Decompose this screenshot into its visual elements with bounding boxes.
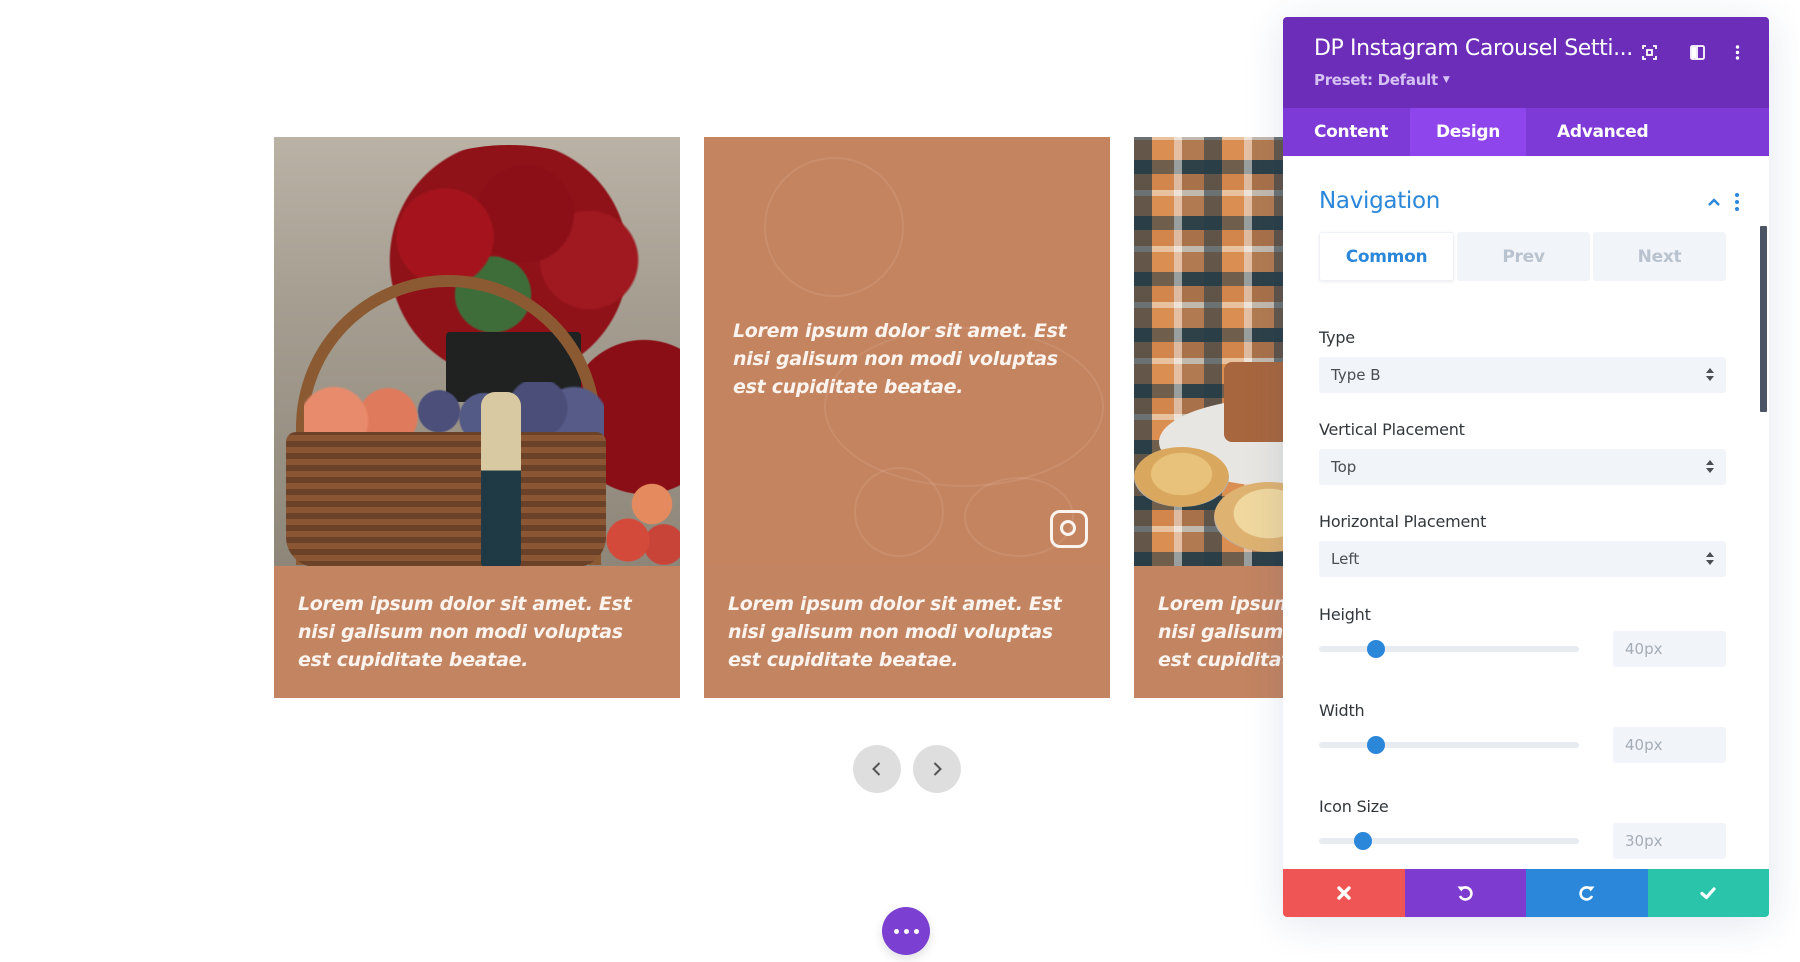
subtab-next[interactable]: Next (1593, 232, 1726, 281)
carousel-next-button[interactable] (913, 745, 961, 793)
type-label: Type (1319, 328, 1355, 347)
width-label: Width (1319, 701, 1365, 720)
select-arrows-icon (1706, 459, 1714, 475)
preset-label: Preset: Default (1314, 71, 1438, 89)
icon-size-label: Icon Size (1319, 797, 1389, 816)
columns-icon (1689, 44, 1705, 60)
height-input[interactable]: 40px (1613, 631, 1726, 667)
type-value: Type B (1331, 366, 1381, 384)
carousel-card[interactable]: Lorem ipsum dolor sit amet. Est nisi gal… (704, 137, 1110, 698)
more-vertical-icon (1735, 44, 1739, 60)
caption-text: Lorem ipsum dolor sit amet. Est nisi gal… (298, 593, 632, 671)
redo-icon (1579, 886, 1595, 901)
slider-track (1319, 742, 1579, 748)
panel-header[interactable]: DP Instagram Carousel Setti... Preset: D… (1283, 17, 1769, 108)
navigation-subtabs: Common Prev Next (1319, 232, 1726, 281)
more-vertical-icon (1735, 193, 1739, 197)
vertical-placement-label: Vertical Placement (1319, 420, 1465, 439)
section-options-button[interactable] (1732, 192, 1742, 212)
vertical-placement-select[interactable]: Top (1319, 449, 1726, 485)
photo-detail (854, 467, 944, 557)
card-caption: Lorem ipsum dolor sit amet. Est nisi gal… (704, 566, 1110, 698)
tab-design[interactable]: Design (1410, 108, 1526, 156)
builder-more-button[interactable] (882, 907, 930, 955)
caption-text: Lorem ipsum dolor sit amet. Est nisi gal… (728, 593, 1062, 671)
carousel-card[interactable]: Lorem ipsum dolor sit amet. Est nisi gal… (274, 137, 680, 698)
type-select[interactable]: Type B (1319, 357, 1726, 393)
more-vertical-icon (1735, 200, 1739, 204)
cancel-button[interactable] (1283, 869, 1405, 917)
subtab-prev[interactable]: Prev (1457, 232, 1590, 281)
photo-detail (481, 392, 521, 566)
slider-thumb[interactable] (1354, 832, 1373, 850)
select-arrows-icon (1706, 551, 1714, 567)
carousel-prev-button[interactable] (853, 745, 901, 793)
module-settings-panel: DP Instagram Carousel Setti... Preset: D… (1283, 17, 1769, 917)
icon-size-input[interactable]: 30px (1613, 823, 1726, 859)
photo-detail (764, 157, 904, 297)
more-horizontal-icon (893, 928, 899, 934)
panel-title: DP Instagram Carousel Setti... (1314, 36, 1633, 61)
vertical-placement-value: Top (1331, 458, 1357, 476)
tab-advanced[interactable]: Advanced (1526, 108, 1649, 156)
undo-icon (1457, 886, 1473, 901)
chevron-left-icon (872, 762, 881, 776)
panel-footer (1283, 869, 1769, 917)
panel-scrollbar[interactable] (1760, 226, 1767, 412)
icon-size-slider[interactable] (1319, 831, 1579, 851)
more-horizontal-icon (903, 928, 909, 934)
height-slider[interactable] (1319, 639, 1579, 659)
collapse-section-button[interactable] (1704, 192, 1724, 212)
width-input[interactable]: 40px (1613, 727, 1726, 763)
chevron-up-icon (1708, 198, 1720, 206)
expand-panel-button[interactable] (1638, 41, 1660, 63)
save-button[interactable] (1647, 869, 1769, 917)
horizontal-placement-value: Left (1331, 550, 1360, 568)
redo-button[interactable] (1526, 869, 1648, 917)
width-slider[interactable] (1319, 735, 1579, 755)
panel-tabs: Content Design Advanced (1283, 108, 1769, 156)
panel-options-button[interactable] (1726, 41, 1748, 63)
overlay-text: Lorem ipsum dolor sit amet. Est nisi gal… (733, 320, 1067, 398)
more-vertical-icon (1735, 207, 1739, 211)
basket-of-fruit-and-flowers-photo (274, 137, 680, 566)
caret-down-icon: ▼ (1442, 75, 1450, 85)
height-label: Height (1319, 605, 1371, 624)
more-horizontal-icon (913, 928, 919, 934)
subtab-common[interactable]: Common (1319, 232, 1454, 281)
horizontal-placement-select[interactable]: Left (1319, 541, 1726, 577)
slider-thumb[interactable] (1367, 736, 1386, 754)
horizontal-placement-label: Horizontal Placement (1319, 512, 1487, 531)
close-icon (1337, 886, 1351, 900)
undo-button[interactable] (1404, 869, 1526, 917)
card-caption: Lorem ipsum dolor sit amet. Est nisi gal… (274, 566, 680, 698)
split-view-button[interactable] (1686, 41, 1708, 63)
preset-dropdown[interactable]: Preset: Default ▼ (1314, 71, 1450, 89)
chevron-right-icon (933, 762, 942, 776)
photo-detail (286, 432, 606, 566)
slider-thumb[interactable] (1367, 640, 1386, 658)
expand-icon (1641, 44, 1657, 60)
select-arrows-icon (1706, 367, 1714, 383)
photo-detail (1134, 447, 1229, 507)
slider-track (1319, 646, 1579, 652)
instagram-icon[interactable] (1050, 510, 1088, 548)
hover-overlay: Lorem ipsum dolor sit amet. Est nisi gal… (704, 137, 1110, 566)
panel-body: Navigation Common Prev Next Type Type B … (1283, 156, 1769, 869)
tab-content[interactable]: Content (1283, 108, 1410, 156)
photo-detail (604, 477, 680, 566)
section-title[interactable]: Navigation (1319, 188, 1440, 214)
check-icon (1700, 887, 1716, 900)
